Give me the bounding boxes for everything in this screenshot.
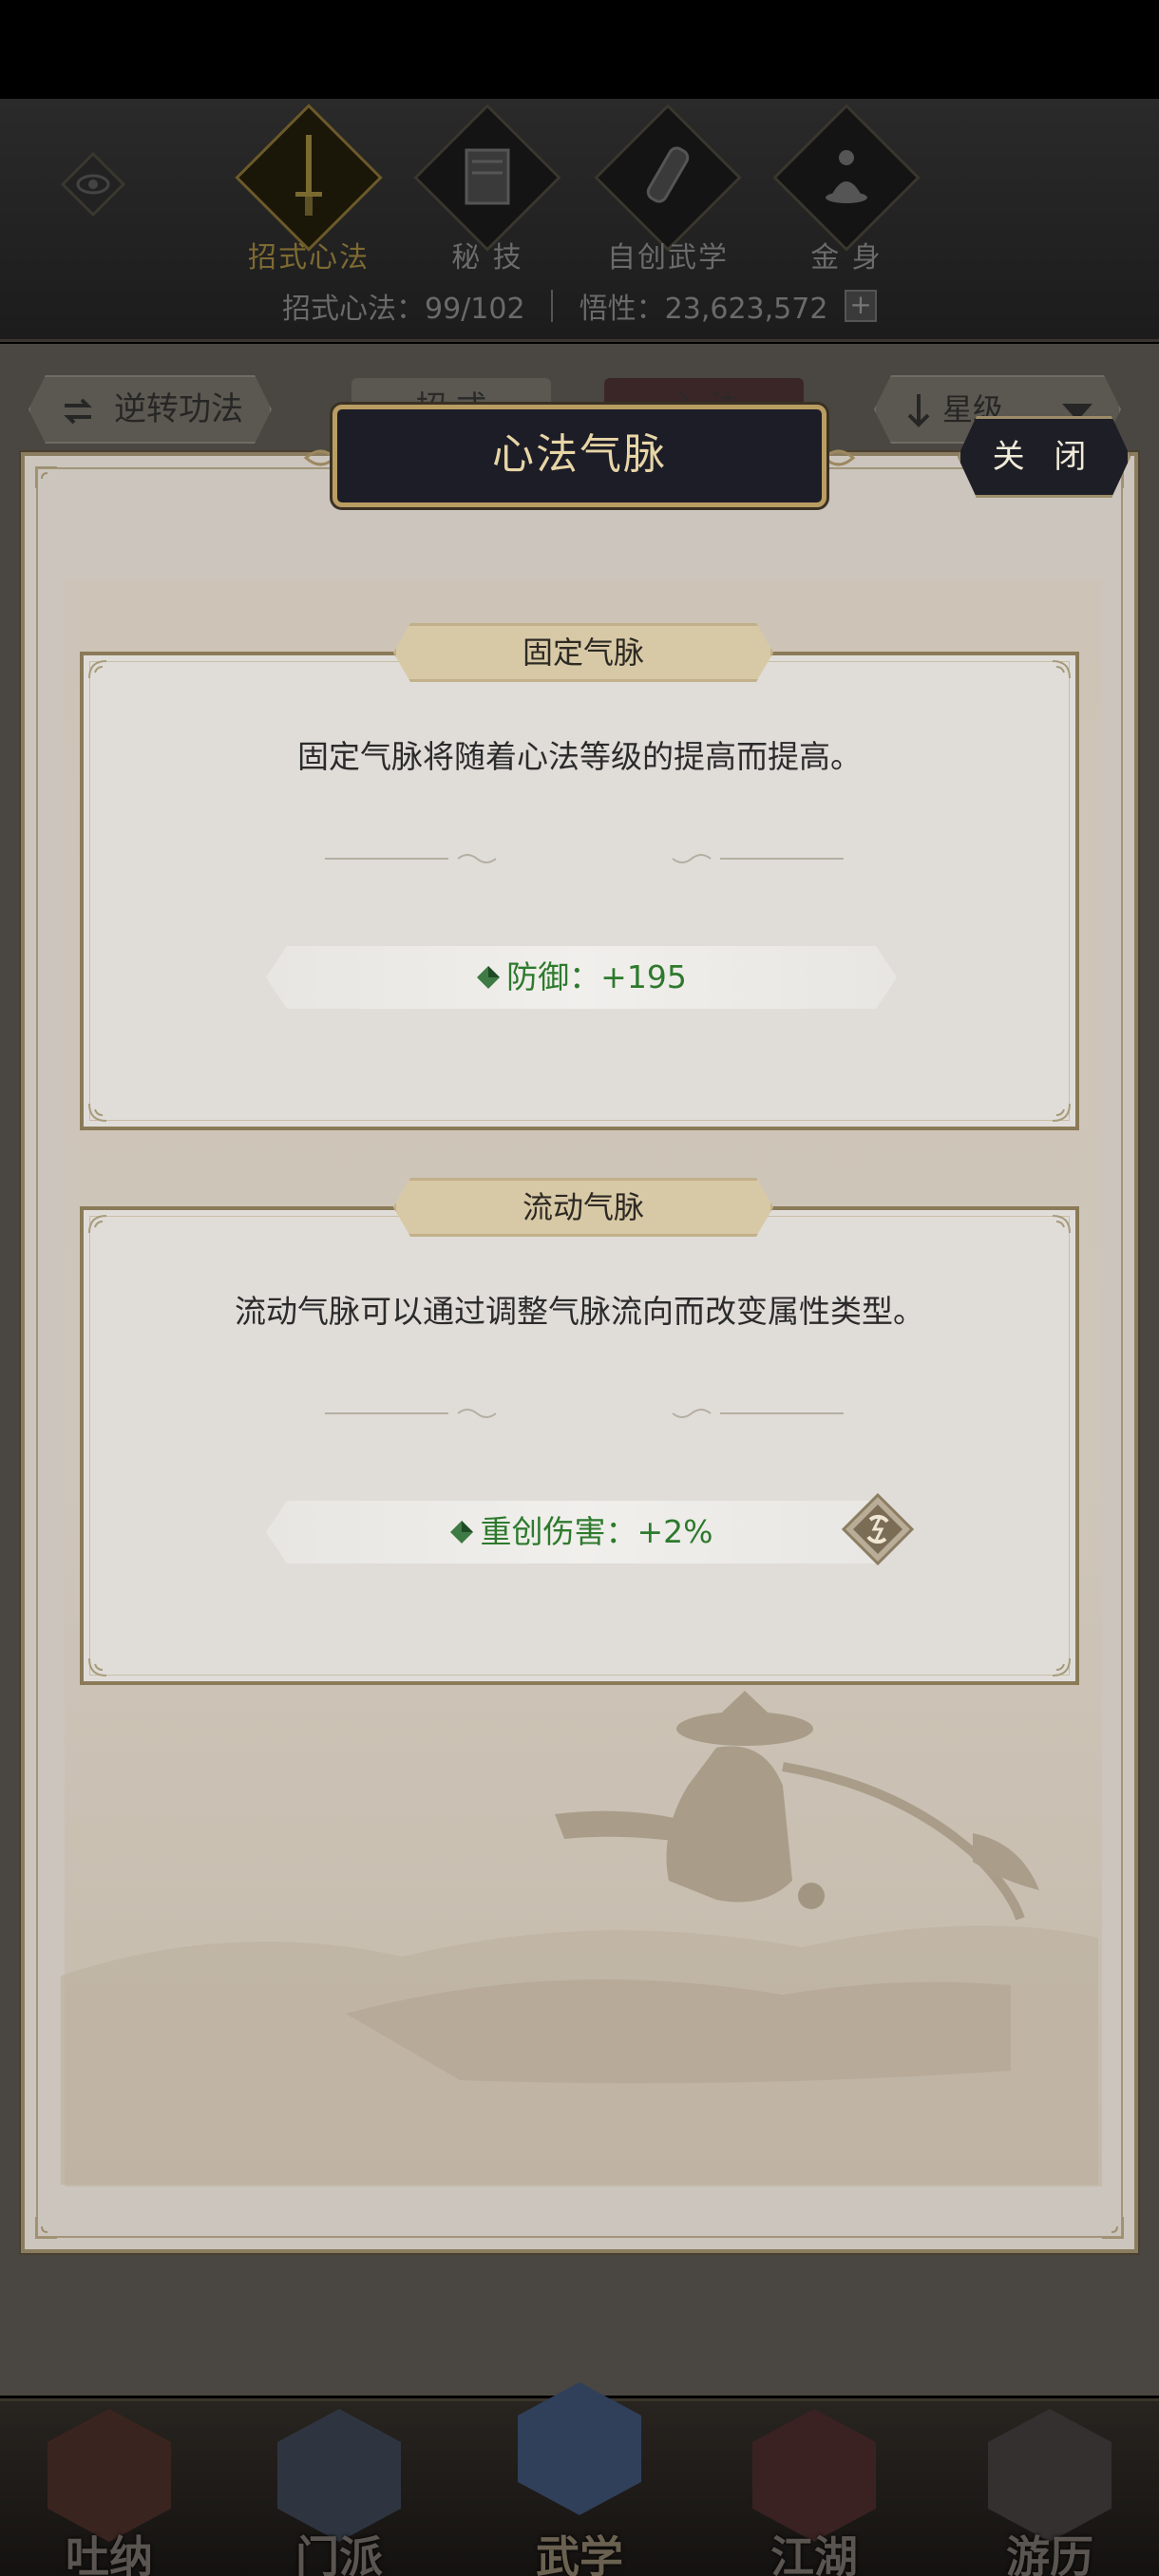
card-border bbox=[89, 1216, 1070, 1676]
plaque-ornament-icon bbox=[823, 449, 856, 466]
horse-icon bbox=[988, 2409, 1112, 2542]
fixed-stat-bar: 防御：+195 bbox=[266, 946, 897, 1009]
divider-ornament-icon bbox=[325, 1409, 497, 1418]
martial-book-icon bbox=[518, 2382, 641, 2515]
tab-label: 秘 技 bbox=[451, 241, 523, 275]
bottom-nav: 吐纳 门派 武学 江湖 游历 bbox=[0, 2382, 1159, 2576]
nav-label: 游历 bbox=[1006, 2531, 1093, 2576]
corner-ornament-icon bbox=[88, 660, 107, 679]
tab-label: 招式心法 bbox=[248, 241, 370, 275]
corner-ornament-icon bbox=[35, 466, 57, 488]
swap-arrows-icon bbox=[64, 398, 92, 425]
nav-label: 吐纳 bbox=[66, 2531, 153, 2576]
tab-golden-body[interactable]: 金 身 bbox=[766, 104, 927, 283]
tab-label: 自创武学 bbox=[607, 241, 729, 275]
sword-icon bbox=[295, 135, 322, 216]
top-header: 招式心法 秘 技 自创武学 金 身 招式心法：99/102 悟性：23,623,… bbox=[0, 99, 1159, 342]
corner-ornament-icon bbox=[35, 2217, 57, 2239]
flow-stat-bar: 重创伤害：+2% bbox=[266, 1501, 897, 1563]
nav-item-jianghu[interactable]: 江湖 bbox=[733, 2401, 895, 2576]
nav-label: 武学 bbox=[536, 2531, 623, 2576]
corner-ornament-icon bbox=[1052, 660, 1071, 679]
green-gem-icon bbox=[477, 965, 501, 989]
change-flow-icon[interactable] bbox=[842, 1493, 914, 1565]
corner-ornament-icon bbox=[1052, 1657, 1071, 1676]
green-gem-icon bbox=[450, 1520, 474, 1544]
corner-ornament-icon bbox=[88, 1103, 107, 1122]
breathing-figure-icon bbox=[48, 2409, 171, 2542]
divider-ornament-icon bbox=[672, 854, 844, 863]
flow-meridian-card: 流动气脉 流动气脉可以通过调整气脉流向而改变属性类型。 重创伤害：+2% bbox=[80, 1178, 1079, 1685]
skills-count: 招式心法：99/102 bbox=[282, 293, 525, 326]
tab-label: 金 身 bbox=[810, 241, 883, 275]
nav-item-sect[interactable]: 门派 bbox=[258, 2401, 420, 2576]
scroll-icon bbox=[646, 146, 690, 203]
modal-title: 心法气脉 bbox=[332, 405, 826, 507]
insight-value: 悟性：23,623,572 bbox=[579, 293, 828, 326]
tab-skills-methods[interactable]: 招式心法 bbox=[228, 104, 390, 283]
book-icon bbox=[465, 148, 510, 205]
fixed-meridian-card: 固定气脉 固定气脉将随着心法等级的提高而提高。 防御：+195 bbox=[80, 623, 1079, 1130]
meditating-figure-icon bbox=[826, 150, 867, 203]
stats-divider bbox=[551, 290, 554, 322]
card-border bbox=[89, 661, 1070, 1121]
fixed-meridian-tag: 固定气脉 bbox=[393, 623, 773, 682]
nav-item-breathe[interactable]: 吐纳 bbox=[28, 2401, 190, 2576]
reverse-skill-button[interactable]: 逆转功法 bbox=[28, 375, 272, 444]
sort-arrow-icon bbox=[907, 394, 930, 427]
corner-ornament-icon bbox=[1052, 1215, 1071, 1234]
corner-ornament-icon bbox=[88, 1657, 107, 1676]
eye-icon[interactable] bbox=[59, 150, 127, 218]
tab-custom-martial[interactable]: 自创武学 bbox=[587, 104, 749, 283]
nav-label: 江湖 bbox=[770, 2531, 858, 2576]
reverse-skill-label: 逆转功法 bbox=[114, 390, 243, 428]
status-bar bbox=[0, 0, 1159, 99]
fixed-stat-value: 防御：+195 bbox=[506, 958, 687, 995]
flow-meridian-tag: 流动气脉 bbox=[393, 1178, 773, 1237]
nav-item-martial[interactable]: 武学 bbox=[499, 2382, 660, 2576]
divider-ornament-icon bbox=[325, 854, 497, 863]
add-insight-button[interactable]: + bbox=[844, 290, 877, 322]
corner-ornament-icon bbox=[1052, 1103, 1071, 1122]
flow-meridian-description: 流动气脉可以通过调整气脉流向而改变属性类型。 bbox=[235, 1293, 924, 1330]
flow-stat-value: 重创伤害：+2% bbox=[480, 1513, 713, 1550]
tab-secret-skills[interactable]: 秘 技 bbox=[407, 104, 568, 283]
divider-ornament-icon bbox=[672, 1409, 844, 1418]
stats-line: 招式心法：99/102 悟性：23,623,572 + bbox=[0, 285, 1159, 332]
corner-ornament-icon bbox=[88, 1215, 107, 1234]
straw-hat-icon bbox=[752, 2409, 876, 2542]
close-button[interactable]: 关 闭 bbox=[958, 416, 1130, 498]
corner-ornament-icon bbox=[1102, 2217, 1124, 2239]
ink-wash-fisherman-illustration bbox=[61, 1691, 1098, 2185]
nav-item-travel[interactable]: 游历 bbox=[969, 2401, 1130, 2576]
sect-flags-icon bbox=[277, 2409, 401, 2542]
nav-label: 门派 bbox=[295, 2531, 383, 2576]
fixed-meridian-description: 固定气脉将随着心法等级的提高而提高。 bbox=[297, 738, 862, 775]
plaque-ornament-icon bbox=[303, 449, 336, 466]
